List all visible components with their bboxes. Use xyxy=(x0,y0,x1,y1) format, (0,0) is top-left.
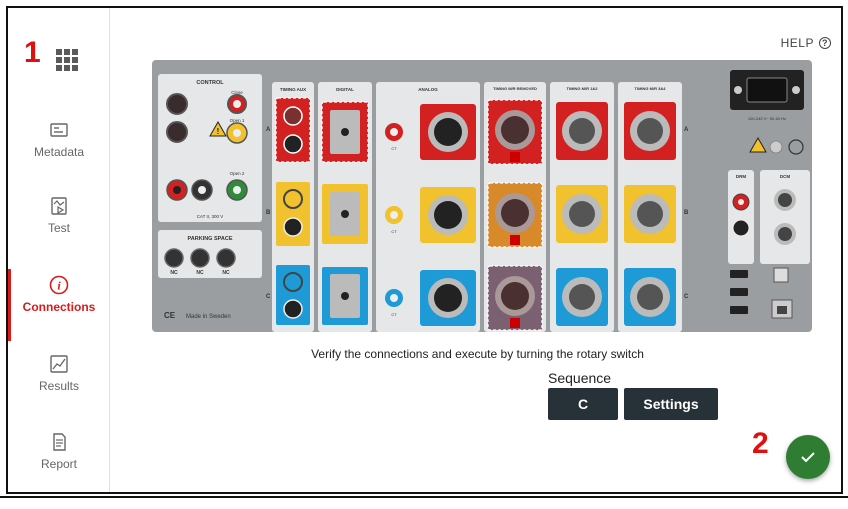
svg-text:CT: CT xyxy=(391,312,397,317)
svg-text:Close: Close xyxy=(231,90,243,95)
sidebar-item-metadata[interactable]: Metadata xyxy=(8,120,110,182)
report-icon xyxy=(53,433,66,451)
sidebar: 1 Metadata Test i Connections Results Re… xyxy=(8,8,110,492)
sidebar-item-connections[interactable]: i Connections xyxy=(8,269,110,341)
section-label-control: CONTROL xyxy=(196,80,224,86)
help-icon: ? xyxy=(819,37,831,49)
svg-text:ANALOG: ANALOG xyxy=(418,87,438,92)
connection-panel-diagram: CONTROL ! Close Open 1 Open 2 CAT II, 30… xyxy=(152,60,812,332)
svg-text:C: C xyxy=(266,294,271,300)
svg-text:DRM: DRM xyxy=(736,174,746,179)
annotation-marker-1: 1 xyxy=(24,36,41,69)
svg-text:TIMING M/R 3&4: TIMING M/R 3&4 xyxy=(635,86,667,91)
settings-button[interactable]: Settings xyxy=(624,388,718,420)
svg-text:Open 1: Open 1 xyxy=(230,118,245,123)
sidebar-item-label: Results xyxy=(38,379,79,393)
sequence-label: Sequence xyxy=(548,370,612,386)
app-window: 1 Metadata Test i Connections Results Re… xyxy=(6,6,843,494)
svg-text:NC: NC xyxy=(196,270,204,276)
svg-text:CAT II, 300 V: CAT II, 300 V xyxy=(197,214,224,219)
svg-text:CE: CE xyxy=(164,311,176,320)
apps-grid-icon[interactable] xyxy=(56,49,78,71)
svg-text:CT: CT xyxy=(391,146,397,151)
sidebar-item-label: Connections xyxy=(22,300,96,314)
help-button[interactable]: HELP ? xyxy=(781,36,831,50)
info-icon: i xyxy=(49,275,69,295)
svg-text:PARKING SPACE: PARKING SPACE xyxy=(187,236,232,242)
svg-text:i: i xyxy=(57,279,61,293)
results-icon xyxy=(50,355,68,373)
svg-text:Made in Sweden: Made in Sweden xyxy=(186,314,231,320)
sidebar-item-results[interactable]: Results xyxy=(8,354,110,416)
svg-text:100-240 V~ 50-60 Hz: 100-240 V~ 50-60 Hz xyxy=(748,116,786,121)
svg-text:TIMING M/R REMOVED: TIMING M/R REMOVED xyxy=(493,86,537,91)
metadata-icon xyxy=(50,123,68,137)
svg-text:B: B xyxy=(266,210,271,216)
svg-text:A: A xyxy=(684,127,689,133)
sidebar-item-report[interactable]: Report xyxy=(8,432,110,492)
confirm-button[interactable] xyxy=(786,435,830,479)
svg-text:Open 2: Open 2 xyxy=(230,171,245,176)
svg-text:NC: NC xyxy=(170,270,178,276)
sidebar-item-test[interactable]: Test xyxy=(8,196,110,258)
svg-text:NC: NC xyxy=(222,270,230,276)
instruction-text: Verify the connections and execute by tu… xyxy=(311,347,644,361)
sidebar-item-label: Metadata xyxy=(33,145,85,159)
svg-text:TIMING M/R 1&2: TIMING M/R 1&2 xyxy=(567,86,599,91)
svg-text:C: C xyxy=(684,294,689,300)
help-label: HELP xyxy=(780,36,814,50)
divider xyxy=(0,496,848,498)
sidebar-item-label: Test xyxy=(47,221,70,235)
svg-text:CT: CT xyxy=(391,229,397,234)
svg-text:A: A xyxy=(266,127,271,133)
svg-text:DIGITAL: DIGITAL xyxy=(336,87,354,92)
checkmark-icon xyxy=(801,452,815,463)
sidebar-item-label: Report xyxy=(40,457,78,471)
svg-text:DCM: DCM xyxy=(780,174,790,179)
test-icon xyxy=(51,197,67,215)
svg-text:B: B xyxy=(684,210,689,216)
sequence-select-button[interactable]: C xyxy=(548,388,618,420)
svg-text:TIMING AUX: TIMING AUX xyxy=(280,87,306,92)
annotation-marker-2: 2 xyxy=(752,427,769,460)
svg-text:!: ! xyxy=(217,127,220,136)
